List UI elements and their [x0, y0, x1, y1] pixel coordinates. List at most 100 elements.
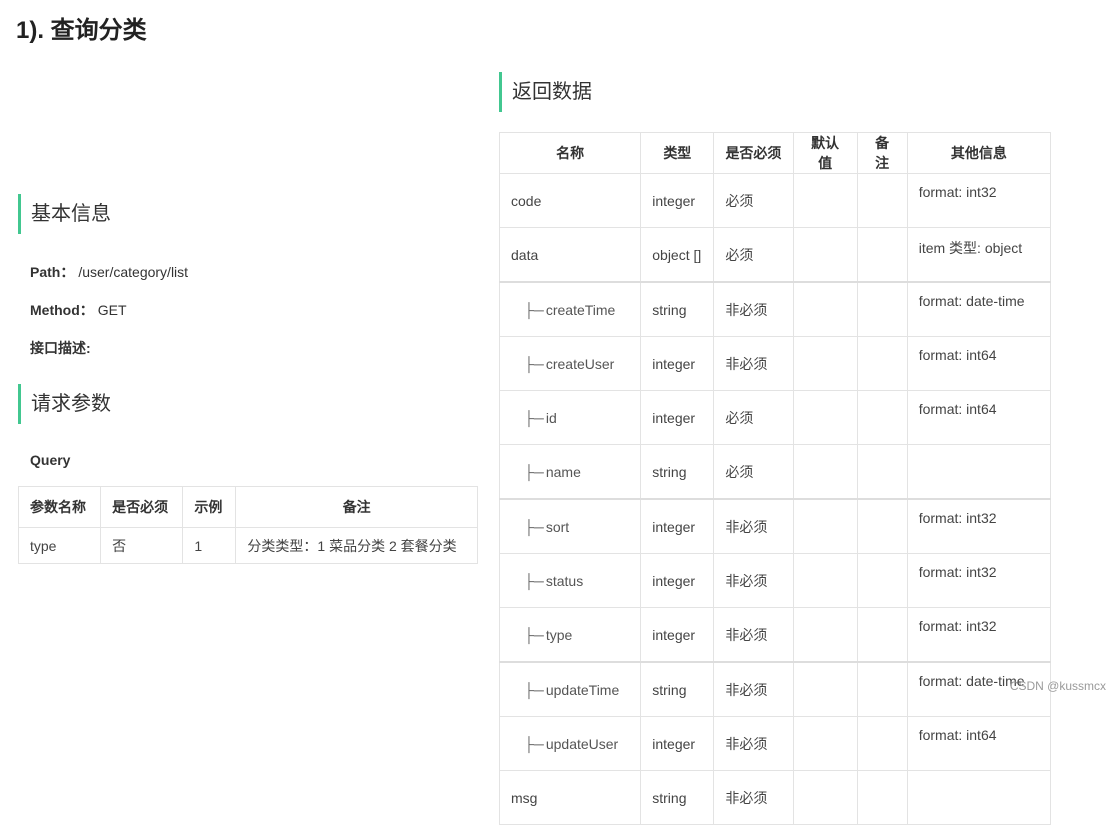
- field-type-cell: integer: [640, 498, 715, 554]
- field-default-cell: [792, 661, 858, 717]
- field-type-cell: object []: [640, 227, 715, 283]
- path-value: /user/category/list: [78, 264, 189, 280]
- resp-header-cell: 是否必须: [713, 132, 794, 174]
- field-required-cell: 必须: [713, 173, 794, 228]
- field-note-cell: [856, 390, 908, 445]
- field-name: status: [545, 572, 584, 589]
- field-required-cell: 非必须: [713, 661, 794, 717]
- table-row: code integer 必须 format: int32: [498, 173, 1052, 228]
- tree-branch-icon: ├─: [524, 626, 544, 643]
- section-response-data: 返回数据: [499, 72, 592, 112]
- field-type-cell: integer: [640, 553, 715, 608]
- field-info-cell: format: int32: [906, 173, 1052, 228]
- table-row: data object [] 必须 item 类型: object: [498, 227, 1052, 283]
- tree-branch-icon: ├─: [524, 301, 544, 318]
- field-name-cell: ├─ updateUser: [498, 716, 642, 771]
- param-cell: type: [17, 527, 102, 564]
- table-row: msg string 非必须: [498, 770, 1052, 825]
- param-table: 参数名称 是否必须 示例 备注 type 否 1 分类类型：1 菜品分类 2 套…: [17, 486, 478, 564]
- tree-branch-icon: ├─: [524, 518, 544, 535]
- resp-header-cell: 名称: [498, 132, 642, 174]
- field-name: updateUser: [545, 735, 619, 752]
- field-name-cell: ├─ createTime: [498, 281, 642, 337]
- field-name-cell: ├─ sort: [498, 498, 642, 554]
- table-row: ├─ status integer 非必须 format: int32: [498, 553, 1052, 608]
- field-note-cell: [856, 716, 908, 771]
- method-label: Method：: [30, 302, 94, 318]
- field-default-cell: [792, 444, 858, 500]
- field-name: sort: [545, 518, 570, 535]
- field-info-cell: format: date-time: [906, 281, 1052, 337]
- method-value: GET: [97, 302, 127, 318]
- field-info-cell: item 类型: object: [906, 227, 1052, 283]
- resp-header-cell: 其他信息: [906, 132, 1052, 174]
- field-note-cell: [856, 336, 908, 391]
- field-type-cell: string: [640, 770, 715, 825]
- field-type-cell: integer: [640, 390, 715, 445]
- field-info-cell: format: int64: [906, 716, 1052, 771]
- field-info-cell: format: int64: [906, 336, 1052, 391]
- field-name-cell: data: [498, 227, 642, 283]
- field-required-cell: 非必须: [713, 607, 794, 663]
- table-row: ├─ id integer 必须 format: int64: [498, 390, 1052, 445]
- field-info-cell: [906, 770, 1052, 825]
- field-required-cell: 非必须: [713, 336, 794, 391]
- field-name: updateTime: [545, 681, 620, 698]
- table-row: ├─ createUser integer 非必须 format: int64: [498, 336, 1052, 391]
- tree-branch-icon: ├─: [524, 463, 544, 480]
- response-table-header: 名称 类型 是否必须 默认值 备注 其他信息: [498, 132, 1052, 174]
- field-required-cell: 非必须: [713, 770, 794, 825]
- field-info-cell: format: int32: [906, 553, 1052, 608]
- field-note-cell: [856, 281, 908, 337]
- field-default-cell: [792, 498, 858, 554]
- watermark: CSDN @kussmcx: [1009, 679, 1106, 693]
- field-type-cell: integer: [640, 716, 715, 771]
- path-label: Path：: [30, 264, 75, 280]
- section-basic-info: 基本信息: [18, 194, 111, 234]
- field-note-cell: [856, 661, 908, 717]
- field-type-cell: string: [640, 661, 715, 717]
- field-name-cell: ├─ type: [498, 607, 642, 663]
- field-name-cell: msg: [498, 770, 642, 825]
- param-cell: 1: [182, 527, 237, 564]
- field-name: msg: [511, 789, 538, 806]
- field-default-cell: [792, 336, 858, 391]
- field-type-cell: string: [640, 444, 715, 500]
- field-name-cell: ├─ createUser: [498, 336, 642, 391]
- field-note-cell: [856, 553, 908, 608]
- response-table-body: code integer 必须 format: int32 data object [] 必…: [498, 173, 1052, 825]
- resp-header-cell: 类型: [640, 132, 715, 174]
- param-cell: 否: [100, 527, 184, 564]
- field-note-cell: [856, 444, 908, 500]
- section-request-params: 请求参数: [18, 384, 111, 424]
- tree-branch-icon: ├─: [524, 355, 544, 372]
- field-required-cell: 非必须: [713, 498, 794, 554]
- field-note-cell: [856, 173, 908, 228]
- field-type-cell: integer: [640, 173, 715, 228]
- field-default-cell: [792, 227, 858, 283]
- field-required-cell: 必须: [713, 227, 794, 283]
- tree-branch-icon: ├─: [524, 735, 544, 752]
- field-default-cell: [792, 281, 858, 337]
- field-name-cell: ├─ name: [498, 444, 642, 500]
- field-name: createUser: [545, 355, 615, 372]
- param-cell: 分类类型：1 菜品分类 2 套餐分类: [235, 527, 478, 564]
- field-name-cell: ├─ updateTime: [498, 661, 642, 717]
- field-required-cell: 非必须: [713, 553, 794, 608]
- param-header-cell: 备注: [235, 486, 478, 528]
- field-default-cell: [792, 607, 858, 663]
- field-info-cell: format: int32: [906, 498, 1052, 554]
- field-info-cell: [906, 444, 1052, 500]
- method-row: Method： GET: [30, 300, 127, 320]
- desc-row: 接口描述:: [30, 338, 91, 358]
- table-row: ├─ createTime string 非必须 format: date-time: [498, 281, 1052, 337]
- table-row: ├─ name string 必须: [498, 444, 1052, 500]
- table-row: type 否 1 分类类型：1 菜品分类 2 套餐分类: [17, 527, 478, 564]
- table-row: ├─ updateTime string 非必须 format: date-time: [498, 661, 1052, 717]
- field-required-cell: 必须: [713, 390, 794, 445]
- field-name-cell: ├─ status: [498, 553, 642, 608]
- field-name: name: [545, 463, 581, 480]
- field-required-cell: 非必须: [713, 281, 794, 337]
- field-note-cell: [856, 498, 908, 554]
- resp-header-cell: 默认值: [792, 132, 858, 174]
